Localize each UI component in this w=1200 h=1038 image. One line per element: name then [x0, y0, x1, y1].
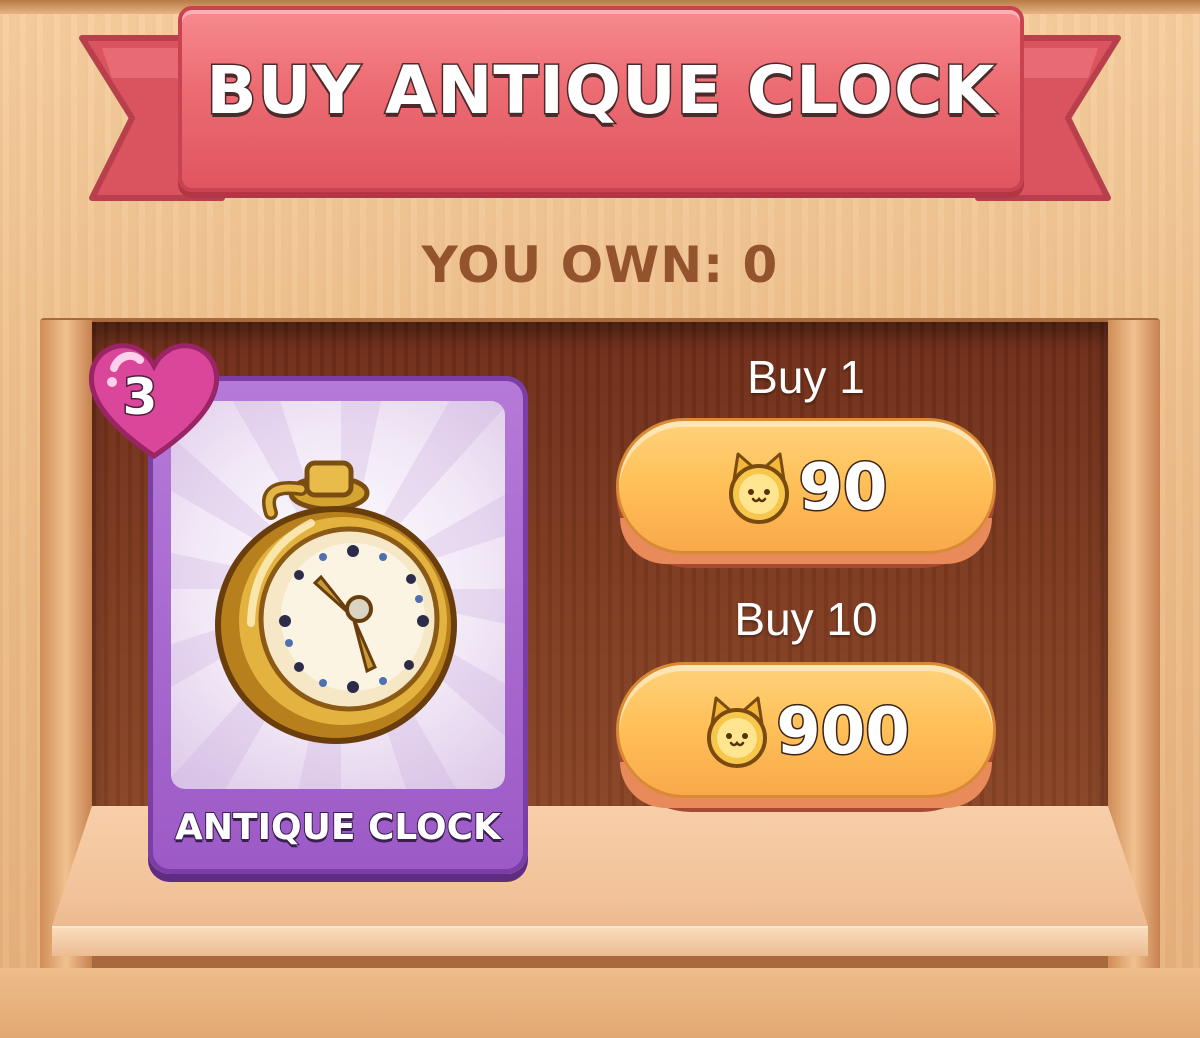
owned-count: YOU OWN: 0: [421, 236, 779, 294]
dialog-title: BUY ANTIQUE CLOCK: [205, 51, 996, 131]
item-name: ANTIQUE CLOCK: [174, 806, 502, 849]
heart-badge-value: 3: [121, 367, 159, 428]
buy-1-price: 90: [797, 450, 889, 527]
buy-10-price: 900: [775, 694, 912, 771]
pocket-watch-icon: [215, 460, 457, 744]
buy-10-button[interactable]: 900: [616, 662, 996, 812]
buy-10-label: Buy 10: [734, 593, 878, 645]
shelf-lip: [52, 926, 1148, 956]
cat-coin-icon: [729, 452, 790, 524]
buy-1-label: Buy 1: [747, 351, 865, 403]
buy-1-button[interactable]: 90: [616, 418, 996, 568]
cat-coin-icon: [707, 696, 768, 768]
panel-bottom: [0, 968, 1200, 1038]
